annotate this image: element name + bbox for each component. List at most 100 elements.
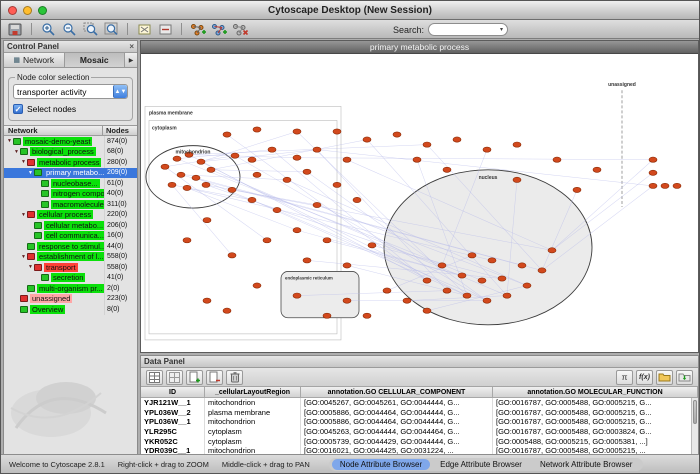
tab-network-attribute-browser[interactable]: Network Attribute Browser [532,459,640,470]
search-input[interactable]: ▾ [428,23,508,36]
table-row[interactable]: YPL036W__1mitochondrion[GO:0005886, GO:0… [141,417,698,427]
destroy-network-icon[interactable] [230,21,250,37]
search-dropdown-arrow-icon[interactable]: ▾ [500,26,503,33]
new-network-from-selected-nodes-icon[interactable] [188,21,208,37]
tree-item[interactable]: ▼biological_process68(0) [4,147,137,158]
dropdown-arrow-icon[interactable]: ▲▼ [113,85,127,98]
select-attributes-icon[interactable] [146,370,163,385]
tree-item-label: multi-organism pr... [37,284,104,293]
pi-icon[interactable]: π [616,370,633,385]
close-button[interactable] [8,6,17,15]
tab-mosaic[interactable]: Mosaic [65,53,126,67]
tree-item-count: 558(0) [104,262,137,273]
tree-header: Network Nodes [4,125,137,136]
expand-arrow-icon[interactable]: ▼ [20,212,27,218]
expand-arrow-icon[interactable]: ▼ [27,264,34,270]
tab-edge-attribute-browser[interactable]: Edge Attribute Browser [432,459,530,470]
maximize-button[interactable] [38,6,47,15]
table-row[interactable]: YKR052Ccytoplasm[GO:0005739, GO:0044429,… [141,436,698,446]
trash-icon[interactable] [226,370,243,385]
select-nodes-checkbox[interactable]: ✓ [13,104,23,114]
delete-attribute-icon[interactable] [206,370,223,385]
tree-item-label: transport [44,263,78,272]
tree-item[interactable]: ▼ transport 558(0) [4,262,137,273]
show-all-icon[interactable] [134,21,154,37]
zoom-selected-region-icon[interactable] [80,21,100,37]
tree-item[interactable]: cellular metabo...206(0) [4,220,137,231]
save-session-icon[interactable] [5,21,25,37]
tree-item[interactable]: ▼mosaic-demo-yeast874(0) [4,136,137,147]
expand-arrow-icon[interactable]: ▼ [20,254,27,260]
table-cell: YKR052C [141,436,205,446]
search-text-field[interactable] [434,25,492,34]
fx-icon[interactable]: f(x) [636,370,653,385]
column-header[interactable]: ID [141,387,205,397]
folder-icon[interactable] [656,370,673,385]
tree-item-count: 209(0) [104,168,137,179]
folder-icon [34,232,42,239]
create-attribute-icon[interactable] [186,370,203,385]
network-window-title[interactable]: primary metabolic process [141,41,698,54]
table-cell: [GO:0045267, GO:0045261, GO:0044444, G..… [301,398,493,408]
zoom-fit-icon[interactable] [101,21,121,37]
zoom-in-icon[interactable] [38,21,58,37]
expand-arrow-icon[interactable]: ▼ [6,138,13,144]
tree-item-label: nucleobase... [51,179,100,188]
toolbar-separator [127,23,128,35]
table-row[interactable]: YJR121W__1mitochondrion[GO:0045267, GO:0… [141,398,698,408]
new-network-from-selected-edges-icon[interactable] [209,21,229,37]
tree-item[interactable]: response to stimul...44(0) [4,241,137,252]
tab-network[interactable]: ▦ Network [4,53,65,67]
tree-header-network: Network [4,126,102,135]
tab-overflow-arrow-icon[interactable]: ▶ [125,53,137,67]
select-nodes-label: Select nodes [27,104,76,114]
data-panel: Data Panel π f(x) [140,355,699,455]
window-titlebar[interactable]: Cytoscape Desktop (New Session) [1,1,699,20]
network-canvas[interactable]: plasma membranecytoplasmmitochondrionnuc… [141,54,698,352]
folder-icon [34,222,42,229]
window-title: Cytoscape Desktop (New Session) [1,5,699,16]
node-color-dropdown[interactable]: transporter activity ▲▼ [13,84,128,99]
zoom-out-icon[interactable] [59,21,79,37]
mosaic-logo [6,358,116,448]
network-graph[interactable]: plasma membranecytoplasmmitochondrionnuc… [141,54,698,352]
folder-icon [34,264,42,271]
import-attributes-icon[interactable] [676,370,693,385]
tree-item[interactable]: nucleobase...61(0) [4,178,137,189]
tree-item[interactable]: unassigned223(0) [4,294,137,305]
data-panel-titlebar: Data Panel [141,356,698,368]
tree-item[interactable]: Overview8(0) [4,304,137,315]
table-scrollbar-thumb[interactable] [693,400,697,424]
control-panel: Control Panel × ▦ Network Mosaic ▶ Node … [3,40,138,455]
column-header[interactable]: _cellularLayoutRegion [205,387,301,397]
tree-item[interactable]: ▼primary metabo...209(0) [4,168,137,179]
tree-item[interactable]: macromolecule...311(0) [4,199,137,210]
unselect-attributes-icon[interactable] [166,370,183,385]
tree-item[interactable]: ▼establishment of l...558(0) [4,252,137,263]
folder-icon [20,148,28,155]
table-scrollbar[interactable] [691,398,698,456]
toolbar-separator [31,23,32,35]
table-row[interactable]: YPL036W__2plasma membrane[GO:0005886, GO… [141,408,698,418]
svg-text:cytoplasm: cytoplasm [152,125,177,131]
table-cell: [GO:0005886, GO:0044464, GO:0044444, G..… [301,417,493,427]
tree-item[interactable]: ▼metabolic process280(0) [4,157,137,168]
table-row[interactable]: YLR295Ccytoplasm[GO:0045263, GO:0044444,… [141,427,698,437]
column-header[interactable]: annotation.GO MOLECULAR_FUNCTION [493,387,698,397]
column-header[interactable]: annotation.GO CELLULAR_COMPONENT [301,387,493,397]
tree-item[interactable]: nitrogen compo...40(0) [4,189,137,200]
expand-arrow-icon[interactable]: ▼ [13,149,20,155]
panel-close-icon[interactable]: × [129,43,134,51]
tree-item[interactable]: ▼cellular process220(0) [4,210,137,221]
folder-icon [27,159,35,166]
tree-item-label: nitrogen compo... [51,189,104,198]
expand-arrow-icon[interactable]: ▼ [27,170,34,176]
tree-item[interactable]: cell communica...16(0) [4,231,137,242]
expand-arrow-icon[interactable]: ▼ [20,159,27,165]
tree-item-count: 16(0) [104,231,137,242]
tab-node-attribute-browser[interactable]: Node Attribute Browser [332,459,430,470]
tree-item[interactable]: multi-organism pr...2(0) [4,283,137,294]
minimize-button[interactable] [23,6,32,15]
hide-selected-icon[interactable] [155,21,175,37]
tree-item[interactable]: secretion41(0) [4,273,137,284]
